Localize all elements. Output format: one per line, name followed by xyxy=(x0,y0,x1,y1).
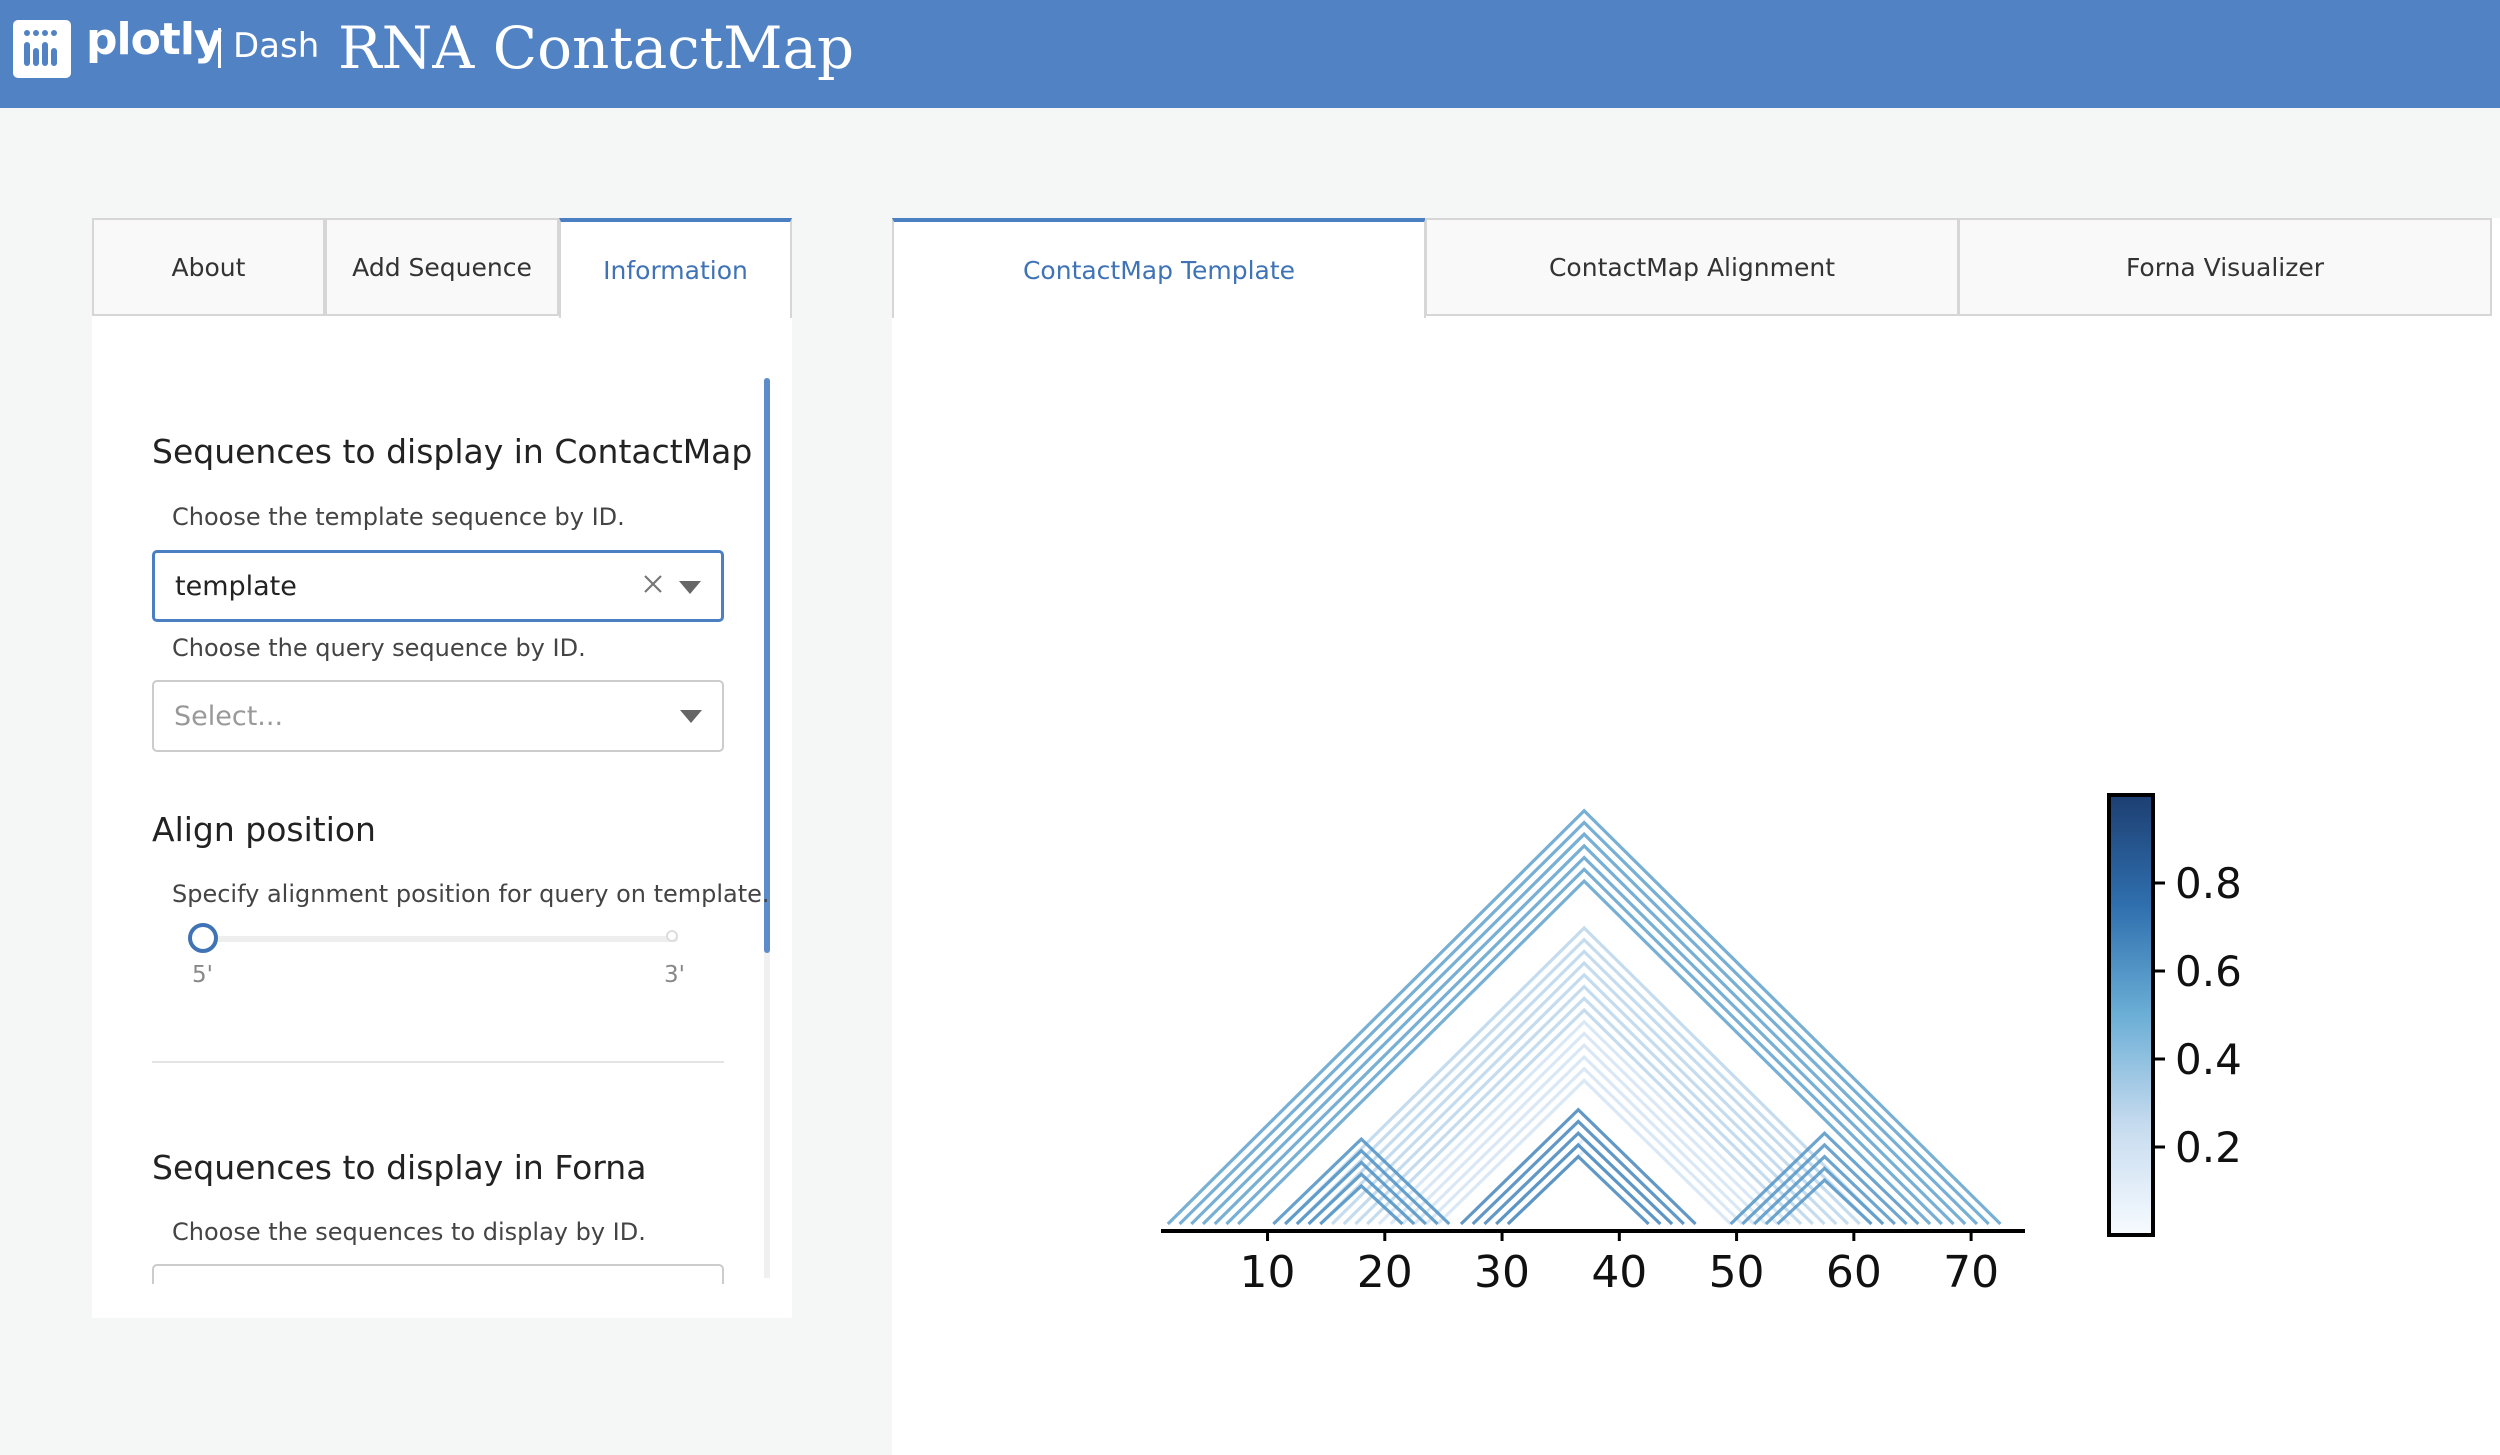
template-dropdown-value: template xyxy=(175,571,297,602)
align-section-heading: Align position xyxy=(152,810,376,849)
scrollbar-thumb[interactable] xyxy=(764,378,770,953)
template-dropdown[interactable]: template xyxy=(152,550,724,622)
colorbar: 0.2 0.4 0.6 0.8 xyxy=(2107,793,2242,1237)
tab-information-label: Information xyxy=(603,255,748,285)
colorbar-tick-label-0.4: 0.4 xyxy=(2175,1035,2242,1084)
x-tick-label-60: 60 xyxy=(1826,1247,1882,1298)
chevron-down-icon[interactable] xyxy=(679,581,701,595)
query-label: Choose the query sequence by ID. xyxy=(172,634,586,662)
tab-about-label: About xyxy=(171,252,246,282)
colorbar-gradient xyxy=(2107,793,2155,1237)
contact-map-chart: 10 20 30 40 50 60 70 0.2 0.4 0.6 0.8 xyxy=(1161,793,2242,1298)
x-tick-label-40: 40 xyxy=(1591,1247,1647,1298)
align-slider-end-dot xyxy=(666,930,678,942)
app-header: plotly Dash RNA ContactMap xyxy=(0,0,2500,108)
display-panel: ContactMap Template ContactMap Alignment… xyxy=(892,218,2500,1455)
helix-2-pair-4 xyxy=(1424,1066,1744,1226)
tab-add-sequence[interactable]: Add Sequence xyxy=(325,218,559,316)
forna-label: Choose the sequences to display by ID. xyxy=(172,1218,646,1246)
forna-sequences-dropdown[interactable] xyxy=(152,1264,724,1284)
helix-2-pair-0 xyxy=(1377,1019,1791,1226)
brand-name: plotly xyxy=(86,14,223,65)
app-title: RNA ContactMap xyxy=(338,14,855,82)
x-axis: 10 20 30 40 50 60 70 xyxy=(1161,1229,2025,1298)
x-tick-label-30: 30 xyxy=(1474,1247,1530,1298)
chevron-down-icon[interactable] xyxy=(680,710,702,724)
control-panel: About Add Sequence Information Sequences… xyxy=(92,218,792,1318)
template-label: Choose the template sequence by ID. xyxy=(172,503,625,531)
plotly-logo-icon xyxy=(13,20,71,78)
helix-1-pair-3 xyxy=(1319,960,1850,1226)
colorbar-tick-label-0.2: 0.2 xyxy=(2175,1123,2242,1172)
control-tabs: About Add Sequence Information xyxy=(92,218,792,318)
clear-icon[interactable] xyxy=(641,569,665,599)
tab-about[interactable]: About xyxy=(92,218,325,316)
x-tick-label-20: 20 xyxy=(1357,1247,1413,1298)
x-tick-label-10: 10 xyxy=(1240,1247,1296,1298)
query-dropdown-placeholder: Select... xyxy=(174,701,284,732)
colorbar-tick-label-0.6: 0.6 xyxy=(2175,947,2242,996)
contact-map-triangles xyxy=(1166,808,2002,1226)
tab-information[interactable]: Information xyxy=(559,218,792,318)
align-slider-rail[interactable] xyxy=(202,936,678,942)
section-divider xyxy=(152,1061,724,1063)
align-slider-handle[interactable] xyxy=(188,923,218,953)
colorbar-tick-label-0.8: 0.8 xyxy=(2175,859,2242,908)
slider-mark-end: 3' xyxy=(664,962,685,988)
tab-add-sequence-label: Add Sequence xyxy=(352,252,532,282)
brand-product: Dash xyxy=(233,26,320,66)
slider-mark-start: 5' xyxy=(192,962,213,988)
helix-0-pair-4 xyxy=(1213,855,1955,1226)
align-description: Specify alignment position for query on … xyxy=(172,880,770,908)
forna-section-heading: Sequences to display in Forna xyxy=(152,1148,647,1187)
brand-separator xyxy=(218,28,221,68)
contactmap-section-heading: Sequences to display in ContactMap xyxy=(152,432,753,471)
x-tick-label-70: 70 xyxy=(1943,1247,1999,1298)
query-dropdown[interactable]: Select... xyxy=(152,680,724,752)
helix-1-pair-2 xyxy=(1307,949,1861,1226)
x-tick-label-50: 50 xyxy=(1709,1247,1765,1298)
